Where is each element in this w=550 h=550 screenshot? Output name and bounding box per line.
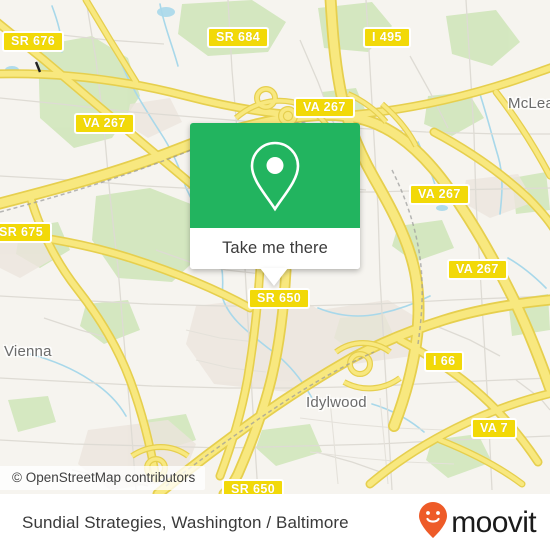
footer-bar: Sundial Strategies, Washington / Baltimo… bbox=[0, 494, 550, 550]
moovit-wordmark: moovit bbox=[451, 505, 536, 539]
location-popup-card[interactable]: Take me there bbox=[190, 123, 360, 286]
map-canvas[interactable]: Vienna Idylwood McLean SR 676 SR 684 I 4… bbox=[0, 0, 550, 494]
map-pin-icon bbox=[246, 139, 304, 213]
moovit-logo[interactable]: moovit bbox=[418, 501, 537, 544]
road-shield-i-495: I 495 bbox=[363, 27, 411, 48]
location-title: Sundial Strategies, Washington / Baltimo… bbox=[22, 512, 349, 532]
take-me-there-button[interactable]: Take me there bbox=[190, 228, 360, 269]
road-shield-sr-676: SR 676 bbox=[2, 31, 65, 52]
road-shield-sr-684: SR 684 bbox=[207, 27, 270, 48]
road-shield-va-267-west: VA 267 bbox=[74, 113, 135, 134]
road-shield-sr-675: SR 675 bbox=[0, 222, 53, 243]
map-screenshot: Vienna Idylwood McLean SR 676 SR 684 I 4… bbox=[0, 0, 550, 550]
take-me-there-label: Take me there bbox=[222, 239, 328, 257]
road-shield-i-66: I 66 bbox=[424, 351, 465, 372]
popup-pointer-tail bbox=[260, 268, 288, 286]
road-shield-va-7: VA 7 bbox=[471, 418, 517, 439]
road-shield-sr-650: SR 650 bbox=[248, 288, 311, 309]
road-shield-va-267-east: VA 267 bbox=[409, 184, 470, 205]
popup-pin-area bbox=[190, 123, 360, 228]
openstreetmap-attribution[interactable]: © OpenStreetMap contributors bbox=[0, 466, 206, 490]
moovit-smiley-pin-icon bbox=[418, 501, 448, 544]
place-label-idylwood: Idylwood bbox=[306, 394, 367, 411]
road-shield-va-267-north: VA 267 bbox=[294, 97, 355, 118]
road-shield-va-267-southeast: VA 267 bbox=[447, 259, 508, 280]
road-shield-sr-650-bottom: SR 650 bbox=[222, 479, 285, 494]
place-label-vienna: Vienna bbox=[4, 343, 52, 360]
place-label-mclean: McLean bbox=[508, 95, 550, 112]
